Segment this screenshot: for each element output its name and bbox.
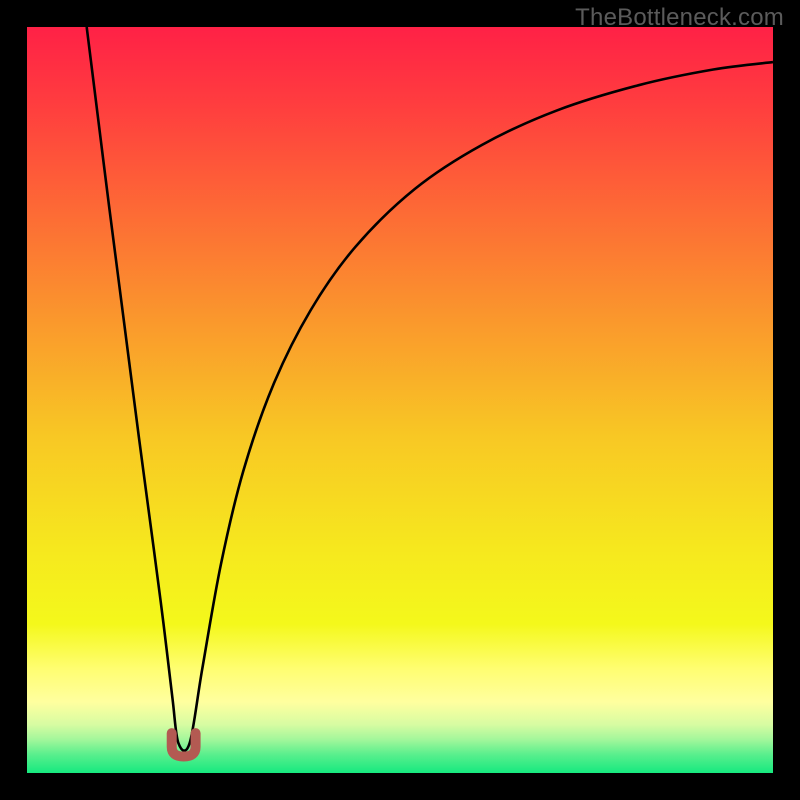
chart-frame: TheBottleneck.com	[0, 0, 800, 800]
chart-svg	[27, 27, 773, 773]
chart-background	[27, 27, 773, 773]
chart-plot-area	[27, 27, 773, 773]
watermark-label: TheBottleneck.com	[575, 4, 784, 32]
